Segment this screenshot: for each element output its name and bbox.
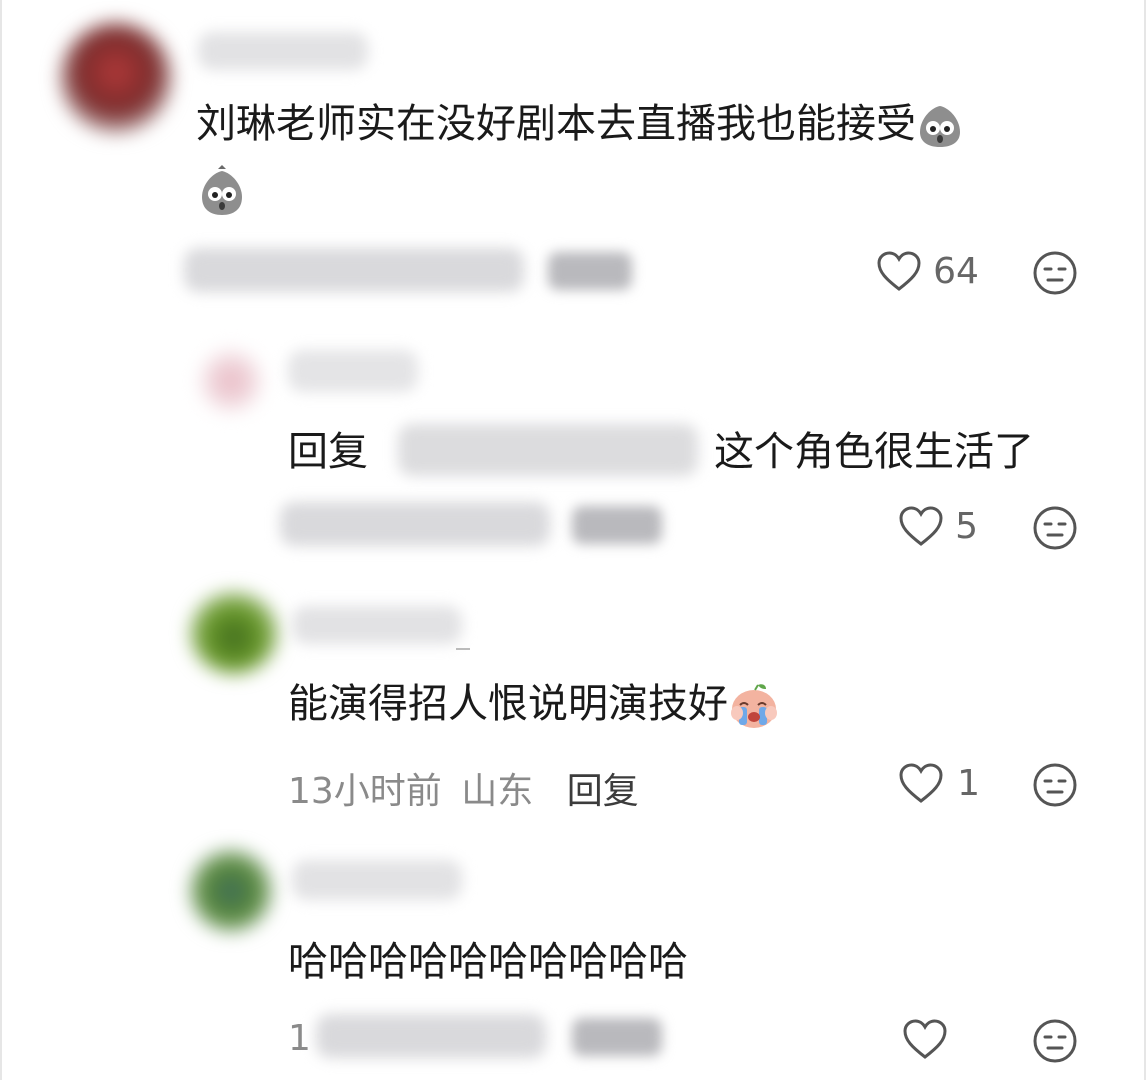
comment-text: 这个角色很生活了 bbox=[714, 429, 1034, 475]
like-button[interactable]: 5 bbox=[898, 505, 978, 547]
username[interactable] bbox=[288, 350, 418, 392]
comment-location: 山东 bbox=[461, 771, 534, 812]
like-count: 64 bbox=[933, 250, 979, 292]
comment-time: 1 bbox=[288, 1018, 311, 1059]
comment-meta bbox=[280, 502, 550, 546]
reply-prefix: 回复 bbox=[288, 429, 368, 475]
emoji-face-icon[interactable] bbox=[1032, 762, 1078, 808]
heart-outline-icon bbox=[899, 506, 943, 546]
emoji-face-icon[interactable] bbox=[1032, 250, 1078, 296]
avatar[interactable] bbox=[60, 22, 172, 134]
avatar[interactable] bbox=[190, 592, 278, 674]
emoji-face-icon[interactable] bbox=[1032, 1018, 1078, 1064]
reply-target-name[interactable] bbox=[398, 424, 698, 476]
potato-shocked-emoji bbox=[920, 106, 960, 147]
reply-button[interactable]: 回复 bbox=[567, 771, 639, 812]
reply-button[interactable] bbox=[548, 252, 632, 290]
comment-meta bbox=[316, 1014, 546, 1058]
emoji-face-icon[interactable] bbox=[1032, 505, 1078, 551]
username[interactable] bbox=[292, 606, 462, 644]
username[interactable] bbox=[198, 32, 368, 70]
like-button[interactable]: 64 bbox=[876, 250, 979, 292]
comment-time: 13小时前 bbox=[288, 771, 442, 812]
comment-text: 哈哈哈哈哈哈哈哈哈哈 bbox=[288, 939, 688, 985]
heart-outline-icon bbox=[877, 251, 921, 291]
avatar[interactable] bbox=[200, 350, 262, 412]
reply-button[interactable] bbox=[572, 506, 662, 544]
potato-shocked-emoji bbox=[202, 165, 242, 215]
comment-text: 能演得招人恨说明演技好 bbox=[288, 680, 780, 731]
like-count: 1 bbox=[957, 762, 980, 804]
comment-meta: 13小时前 山东 回复 bbox=[288, 762, 639, 814]
comment-meta bbox=[184, 248, 524, 292]
avatar[interactable] bbox=[190, 850, 272, 932]
like-button[interactable] bbox=[902, 1018, 948, 1060]
heart-outline-icon bbox=[899, 763, 943, 803]
like-button[interactable]: 1 bbox=[898, 762, 980, 804]
like-count: 5 bbox=[955, 505, 978, 547]
crying-peach-emoji bbox=[731, 684, 777, 728]
comment-text: 回复 bbox=[288, 428, 368, 476]
username[interactable] bbox=[292, 860, 462, 900]
heart-outline-icon bbox=[903, 1019, 947, 1059]
reply-button[interactable] bbox=[572, 1018, 662, 1056]
comment-text: 刘琳老师实在没好剧本去直播我也能接受 bbox=[196, 100, 964, 150]
